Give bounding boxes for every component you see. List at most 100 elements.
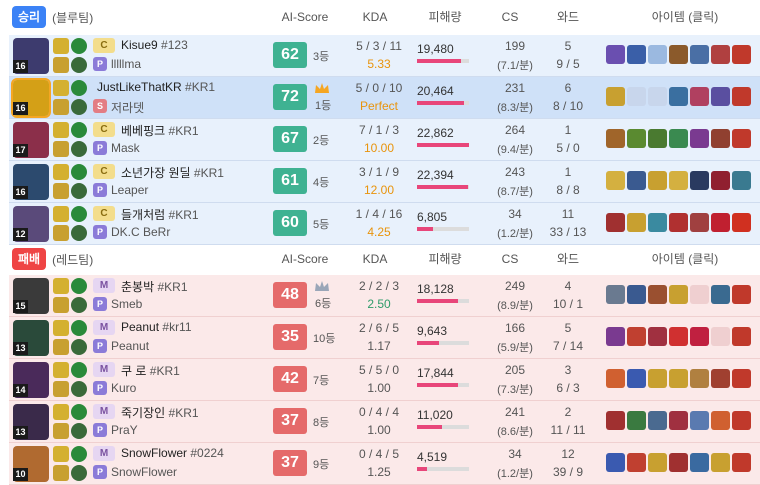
item-slot-icon[interactable] xyxy=(669,213,688,232)
summoner-name[interactable]: 쿠 로 #KR1 xyxy=(121,362,180,379)
summoner-name[interactable]: JustLikeThatKR #KR1 xyxy=(97,80,215,94)
item-slot-icon[interactable] xyxy=(690,369,709,388)
player-row[interactable]: 14 M 쿠 로 #KR1 P Kuro 42 7등 5 / 5 / 0 1.0… xyxy=(9,359,760,401)
player-row[interactable]: 10 M SnowFlower #0224 P SnowFlower 37 9등… xyxy=(9,443,760,485)
item-slot-icon[interactable] xyxy=(606,129,625,148)
summoner-name[interactable]: 베베핑크 #KR1 xyxy=(121,122,199,139)
item-slot-icon[interactable] xyxy=(711,369,730,388)
summoner-name[interactable]: 죽기장인 #KR1 xyxy=(121,404,199,421)
item-slot-icon[interactable] xyxy=(690,171,709,190)
item-slot-icon[interactable] xyxy=(606,369,625,388)
damage-value: 4,519 xyxy=(417,450,448,464)
item-slot-icon[interactable] xyxy=(648,285,667,304)
kda-ratio: 2.50 xyxy=(367,297,391,311)
rune-primary-icon xyxy=(71,362,87,378)
ward-count: 4 xyxy=(564,279,572,293)
item-slot-icon[interactable] xyxy=(732,285,751,304)
item-slot-icon[interactable] xyxy=(627,129,646,148)
kda-ratio: 1.17 xyxy=(367,339,391,353)
item-slot-icon[interactable] xyxy=(711,453,730,472)
item-slot-icon[interactable] xyxy=(732,45,751,64)
player-row[interactable]: 16 C 소년가장 원딜 #KR1 P Leaper 61 4등 3 / 1 /… xyxy=(9,161,760,203)
item-slot-icon[interactable] xyxy=(648,327,667,346)
item-slot-icon[interactable] xyxy=(669,411,688,430)
item-slot-icon[interactable] xyxy=(732,411,751,430)
item-slot-icon[interactable] xyxy=(669,129,688,148)
item-slot-icon[interactable] xyxy=(711,285,730,304)
item-slot-icon[interactable] xyxy=(690,213,709,232)
player-row[interactable]: 13 M 죽기장인 #KR1 P PraY 37 8등 0 / 4 / 4 1.… xyxy=(9,401,760,443)
pro-tag: P xyxy=(93,339,107,353)
item-slot-icon[interactable] xyxy=(732,369,751,388)
lose-badge: 패배 xyxy=(12,248,47,270)
item-slot-icon[interactable] xyxy=(690,45,709,64)
item-slot-icon[interactable] xyxy=(627,411,646,430)
item-slot-icon[interactable] xyxy=(606,45,625,64)
player-row[interactable]: 16 C Kisue9 #123 P lllllma 62 3등 5 / 3 /… xyxy=(9,35,760,77)
summoner-name[interactable]: 들개처럼 #KR1 xyxy=(121,206,199,223)
item-slot-icon[interactable] xyxy=(669,171,688,190)
summoner-name[interactable]: Peanut #kr11 xyxy=(121,320,192,334)
item-slot-icon[interactable] xyxy=(606,171,625,190)
item-slot-icon[interactable] xyxy=(690,87,709,106)
item-slot-icon[interactable] xyxy=(711,171,730,190)
item-slot-icon[interactable] xyxy=(732,453,751,472)
item-slot-icon[interactable] xyxy=(648,45,667,64)
cs-value: 199 xyxy=(504,39,526,53)
item-slot-icon[interactable] xyxy=(606,285,625,304)
item-slot-icon[interactable] xyxy=(690,327,709,346)
item-slot-icon[interactable] xyxy=(669,327,688,346)
item-slot-icon[interactable] xyxy=(627,369,646,388)
item-slot-icon[interactable] xyxy=(648,129,667,148)
summoner-name[interactable]: 소년가장 원딜 #KR1 xyxy=(121,164,224,181)
item-slot-icon[interactable] xyxy=(690,453,709,472)
item-slot-icon[interactable] xyxy=(732,171,751,190)
item-slot-icon[interactable] xyxy=(669,453,688,472)
item-slot-icon[interactable] xyxy=(648,453,667,472)
item-slot-icon[interactable] xyxy=(648,369,667,388)
kda-ratio: Perfect xyxy=(359,99,398,113)
item-slot-icon[interactable] xyxy=(606,453,625,472)
item-slot-icon[interactable] xyxy=(648,171,667,190)
item-slot-icon[interactable] xyxy=(711,45,730,64)
player-row[interactable]: 16 JustLikeThatKR #KR1 S 저라뎃 72 1등 5 / 0… xyxy=(9,77,760,119)
summoner-name[interactable]: SnowFlower #0224 xyxy=(121,446,224,460)
item-slot-icon[interactable] xyxy=(627,171,646,190)
player-row[interactable]: 12 C 들개처럼 #KR1 P DK.C BeRr 60 5등 1 / 4 /… xyxy=(9,203,760,245)
item-slot-icon[interactable] xyxy=(606,327,625,346)
item-slot-icon[interactable] xyxy=(606,87,625,106)
pro-tag: P xyxy=(93,57,107,71)
item-slot-icon[interactable] xyxy=(627,453,646,472)
ai-score-badge: 37 xyxy=(273,408,307,434)
item-slot-icon[interactable] xyxy=(606,411,625,430)
item-slot-icon[interactable] xyxy=(627,327,646,346)
item-slot-icon[interactable] xyxy=(627,285,646,304)
player-row[interactable]: 17 C 베베핑크 #KR1 P Mask 67 2등 7 / 1 / 3 10… xyxy=(9,119,760,161)
item-slot-icon[interactable] xyxy=(732,87,751,106)
item-slot-icon[interactable] xyxy=(690,129,709,148)
kda-ratio: 1.00 xyxy=(367,423,391,437)
cs-per-min: (7.1/분) xyxy=(497,60,533,72)
summoner-name[interactable]: 춘봉박 #KR1 xyxy=(121,278,188,295)
item-slot-icon[interactable] xyxy=(690,411,709,430)
item-slot-icon[interactable] xyxy=(627,45,646,64)
item-slot-icon[interactable] xyxy=(648,411,667,430)
item-slot-icon[interactable] xyxy=(711,87,730,106)
item-slot-icon[interactable] xyxy=(669,285,688,304)
item-slot-icon[interactable] xyxy=(669,87,688,106)
item-slot-icon[interactable] xyxy=(711,213,730,232)
item-slot-icon[interactable] xyxy=(732,213,751,232)
player-row[interactable]: 15 M 춘봉박 #KR1 P Smeb 48 6등 2 / 2 / 3 2.5… xyxy=(9,275,760,317)
item-slot-icon[interactable] xyxy=(711,129,730,148)
item-slot-icon[interactable] xyxy=(669,369,688,388)
item-slot-icon[interactable] xyxy=(627,213,646,232)
item-slot-icon[interactable] xyxy=(648,213,667,232)
item-slot-icon[interactable] xyxy=(669,45,688,64)
item-slot-icon[interactable] xyxy=(711,411,730,430)
item-slot-icon[interactable] xyxy=(606,213,625,232)
item-slot-icon[interactable] xyxy=(732,129,751,148)
player-row[interactable]: 13 M Peanut #kr11 P Peanut 35 10등 2 / 6 … xyxy=(9,317,760,359)
item-slot-icon[interactable] xyxy=(732,327,751,346)
summoner-name[interactable]: Kisue9 #123 xyxy=(121,38,188,52)
col-damage: 피해량 xyxy=(428,252,462,266)
